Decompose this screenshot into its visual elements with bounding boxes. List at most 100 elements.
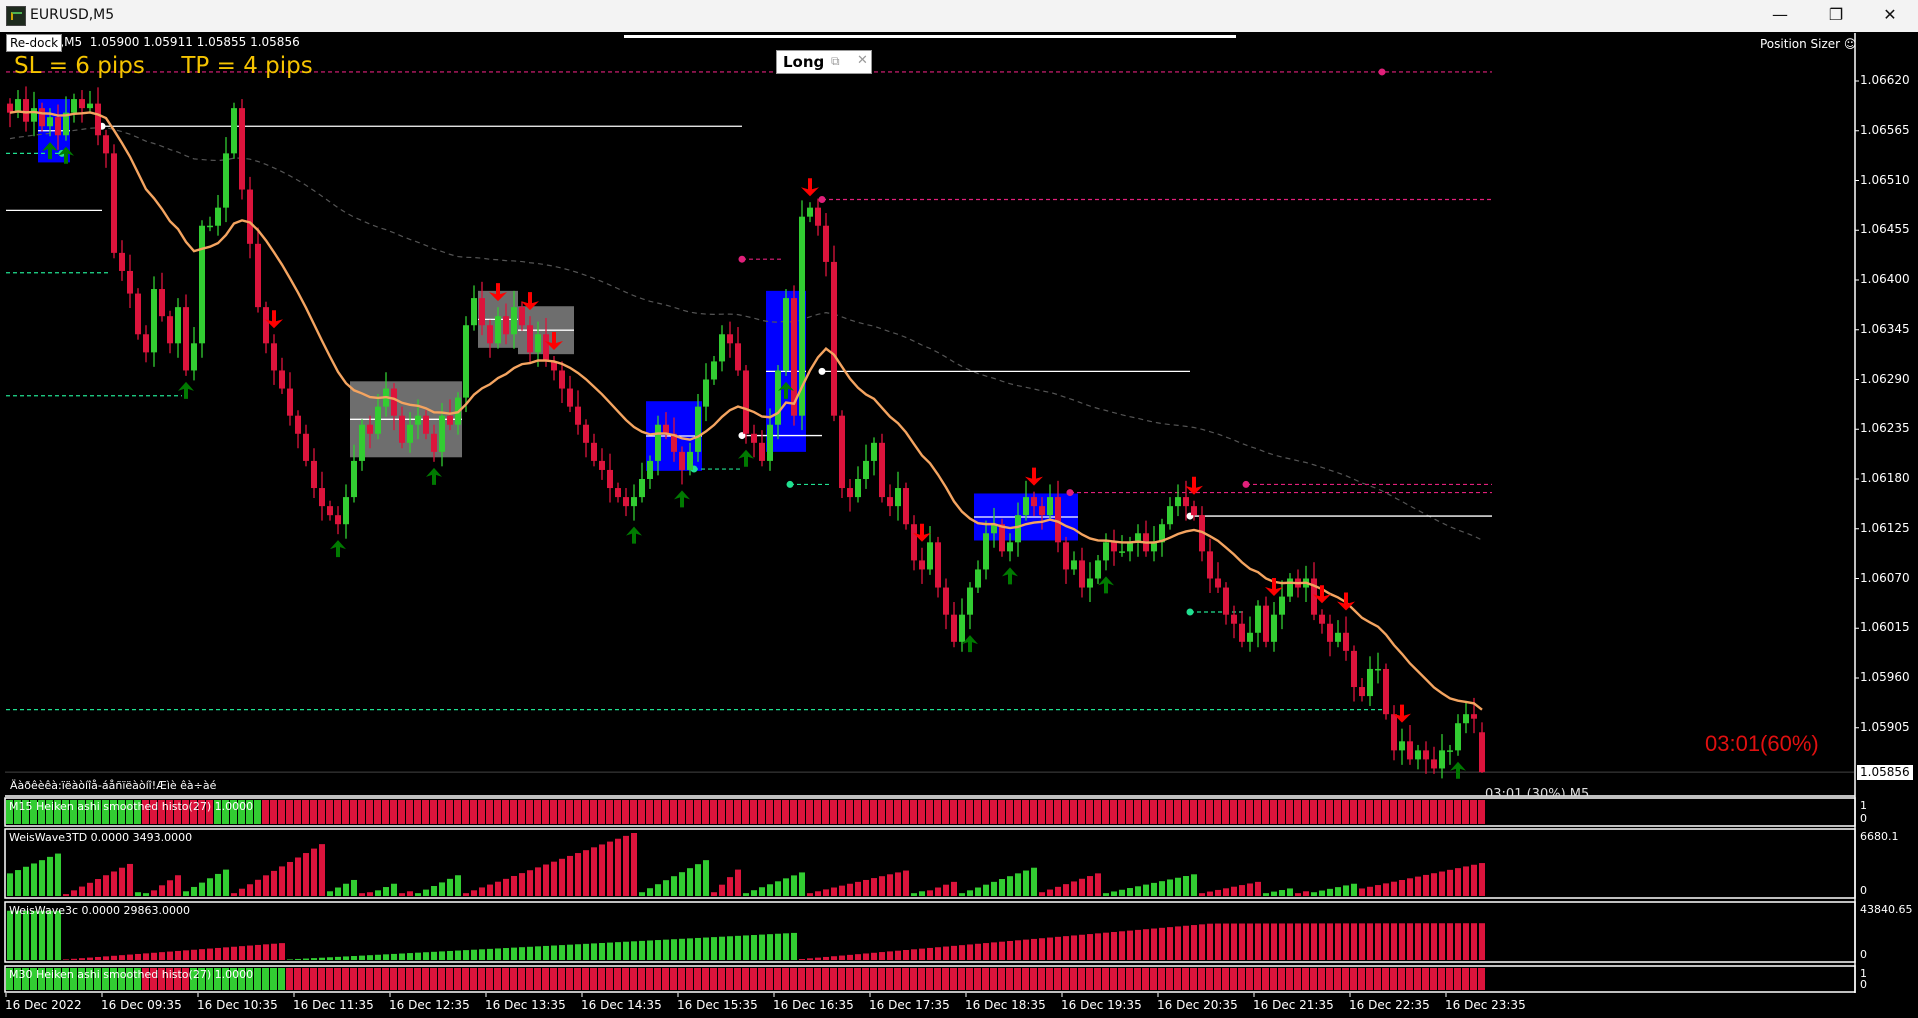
candle-body — [871, 442, 877, 461]
wave-bar — [855, 954, 861, 960]
wave-bar — [1391, 881, 1397, 896]
histo-bar — [646, 968, 653, 990]
candle-body — [1327, 623, 1333, 642]
histo-bar — [678, 968, 685, 990]
level-dot — [818, 367, 826, 375]
wave-bar — [1015, 940, 1021, 960]
wave-bar — [895, 950, 901, 960]
wave-bar — [535, 946, 541, 960]
histo-bar — [1190, 968, 1197, 990]
histo-bar — [550, 968, 557, 990]
wave-bar — [1119, 889, 1125, 896]
histo-bar — [366, 968, 373, 990]
wave-bar — [935, 887, 941, 896]
wave-bar — [711, 892, 717, 896]
candle-body — [79, 99, 85, 109]
histo-bar — [806, 800, 813, 824]
wave-bar — [455, 950, 461, 960]
histo-bar — [1022, 800, 1029, 824]
candle-body — [503, 316, 509, 335]
histo-bar — [1110, 968, 1117, 990]
chart-scroll-indicator[interactable] — [624, 35, 1236, 38]
candle-body — [1463, 714, 1469, 724]
histo-bar — [350, 968, 357, 990]
wave-bar — [471, 890, 477, 896]
histo-bar — [1366, 968, 1373, 990]
candle-body — [335, 515, 341, 525]
histo-bar — [614, 800, 621, 824]
histo-bar — [1182, 800, 1189, 824]
wave-bar — [1223, 923, 1229, 960]
histo-bar — [518, 800, 525, 824]
candle-body — [967, 587, 973, 615]
candle-body — [1391, 714, 1397, 751]
histo-bar — [686, 800, 693, 824]
wave-bar — [447, 878, 453, 896]
price-axis-label: 1.06015 — [1860, 620, 1910, 635]
candle-timer: 03:01(60%) — [1705, 731, 1819, 756]
histo-bar — [1318, 968, 1325, 990]
histo-bar — [1078, 968, 1085, 990]
histo-bar — [1398, 968, 1405, 990]
wave-bar — [1431, 873, 1437, 896]
candle-body — [1071, 560, 1077, 570]
long-panel[interactable]: Long ⧉ ✕ — [776, 50, 872, 74]
histo-bar — [1038, 800, 1045, 824]
histo-bar — [422, 800, 429, 824]
close-icon[interactable]: ✕ — [857, 53, 868, 68]
wave-bar — [1359, 888, 1365, 896]
wave-bar — [863, 879, 869, 896]
position-sizer-button[interactable]: Position Sizer ☺ — [1760, 37, 1856, 51]
histo-bar — [1278, 968, 1285, 990]
candle-body — [1319, 614, 1325, 624]
histo-bar — [382, 800, 389, 824]
histo-bar — [422, 968, 429, 990]
wave-bar — [671, 876, 677, 896]
histo-bar — [1302, 800, 1309, 824]
wave-bar — [1207, 923, 1213, 960]
resistance-dot — [1242, 480, 1250, 488]
wave-bar — [1039, 892, 1045, 896]
histo-bar — [374, 800, 381, 824]
histo-bar — [526, 800, 533, 824]
pane-scale-label: 0 — [1860, 948, 1867, 961]
wave-bar — [199, 882, 205, 896]
histo-bar — [822, 968, 829, 990]
histo-bar — [718, 800, 725, 824]
histo-bar — [982, 800, 989, 824]
wave-bar — [295, 958, 301, 960]
wave-bar — [775, 881, 781, 896]
histo-bar — [1054, 800, 1061, 824]
histo-bar — [1094, 968, 1101, 990]
price-chart[interactable] — [0, 0, 1918, 1018]
histo-bar — [1158, 800, 1165, 824]
wave-bar — [679, 938, 685, 960]
wave-bar — [95, 879, 101, 896]
wave-bar — [1399, 923, 1405, 960]
undock-icon[interactable]: ⧉ — [831, 54, 840, 69]
histo-bar — [1286, 800, 1293, 824]
candle-body — [1455, 723, 1461, 751]
wave-bar — [879, 952, 885, 960]
wave-bar — [1191, 925, 1197, 960]
histo-bar — [886, 968, 893, 990]
wave-bar — [287, 861, 293, 896]
candle-body — [687, 451, 693, 470]
wave-bar — [231, 946, 237, 960]
candle-body — [815, 207, 821, 226]
long-label[interactable]: Long — [783, 53, 824, 71]
wave-bar — [1231, 886, 1237, 896]
redock-button[interactable]: Re-dock — [6, 34, 63, 52]
histo-bar — [670, 968, 677, 990]
candle-body — [207, 225, 213, 228]
wave-bar — [1223, 888, 1229, 896]
wave-bar — [495, 881, 501, 896]
wave-bar — [375, 890, 381, 896]
candle-body — [343, 497, 349, 525]
histo-bar — [438, 968, 445, 990]
wave-bar — [263, 944, 269, 960]
wave-bar — [1159, 927, 1165, 960]
resistance-dot — [1378, 68, 1386, 76]
histo-bar — [814, 968, 821, 990]
price-axis-label: 1.06290 — [1860, 371, 1910, 386]
